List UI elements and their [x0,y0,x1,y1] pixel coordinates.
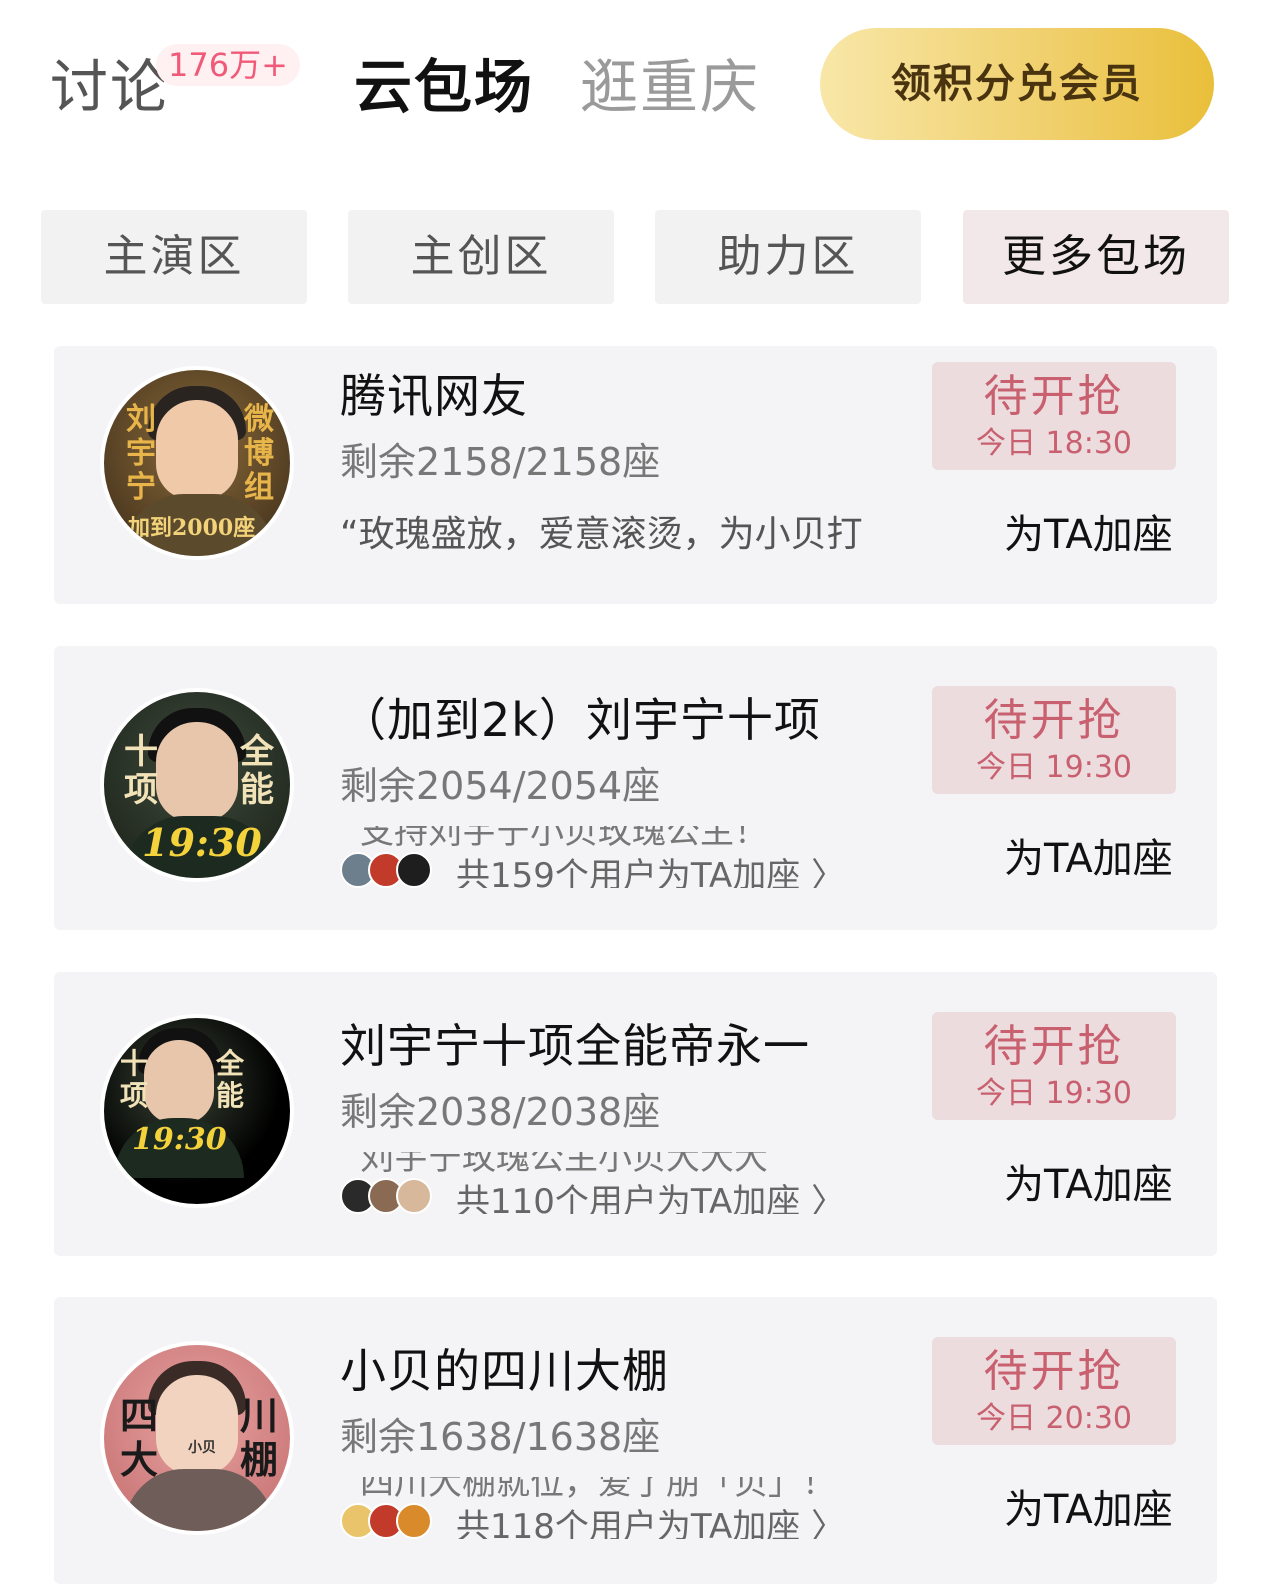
supporter-count: 共110个用户为TA加座 〉 [456,1182,846,1214]
add-seat-button[interactable]: 为TA加座 [1004,834,1173,884]
grab-ticket-button[interactable]: 待开抢 今日 19:30 [932,1012,1176,1120]
add-seat-button[interactable]: 为TA加座 [1004,1160,1173,1210]
room-avatar: 四 大 川 棚 小贝 [100,1341,294,1535]
grab-time: 今日 19:30 [976,750,1132,785]
room-avatar: 十 项 全 能 19:30 [100,688,294,882]
grab-ticket-button[interactable]: 待开抢 今日 19:30 [932,686,1176,794]
tab-cloud-screening[interactable]: 云包场 [354,52,534,122]
add-seat-button[interactable]: 为TA加座 [1004,510,1173,560]
grab-status: 待开抢 [983,371,1125,422]
grab-ticket-button[interactable]: 待开抢 今日 20:30 [932,1337,1176,1445]
grab-status: 待开抢 [983,695,1125,746]
grab-status: 待开抢 [983,1346,1125,1397]
tab-chongqing[interactable]: 逛重庆 [580,52,760,122]
supporters-ticker[interactable]: 四川大棚就位，爱了朋「贝」！ 共118个用户为TA加座 〉 [340,1477,900,1539]
room-title: 刘宇宁十项全能帝永一 [340,1019,810,1073]
screening-card[interactable]: 十 项 全 能 19:30 （加到2k）刘宇宁十项 剩余2054/2054座 支… [54,646,1217,930]
screening-card[interactable]: 十 项 全 能 19:30 刘宇宁十项全能帝永一 剩余2038/2038座 刘宇… [54,972,1217,1256]
subtab-support[interactable]: 助力区 [655,210,921,304]
top-nav: 讨论 176万+ 云包场 逛重庆 领积分兑会员 [0,0,1284,170]
room-title: 小贝的四川大棚 [340,1344,669,1398]
screening-card[interactable]: 四 大 川 棚 小贝 小贝的四川大棚 剩余1638/1638座 四川大棚就位，爱… [54,1297,1217,1584]
tab-discussion[interactable]: 讨论 [50,52,170,122]
room-title: 腾讯网友 [340,369,528,423]
seats-remaining: 剩余1638/1638座 [340,1415,661,1459]
grab-ticket-button[interactable]: 待开抢 今日 18:30 [932,362,1176,470]
subtab-creators[interactable]: 主创区 [348,210,614,304]
room-title: （加到2k）刘宇宁十项 [340,693,821,747]
discussion-count-badge: 176万+ [156,44,300,86]
supporters-ticker[interactable]: 支持刘宇宁小贝玫瑰公主！ 共159个用户为TA加座 〉 [340,826,900,888]
room-avatar: 刘 宇 宁 微 博 组 加到2000座 [100,366,294,560]
room-description: “玫瑰盛放，爱意滚烫，为小贝打 [340,514,863,555]
grab-time: 今日 20:30 [976,1401,1132,1436]
seats-remaining: 剩余2054/2054座 [340,764,661,808]
supporter-count: 共159个用户为TA加座 〉 [456,856,846,888]
seats-remaining: 剩余2038/2038座 [340,1090,661,1134]
subtab-lead-actors[interactable]: 主演区 [41,210,307,304]
room-avatar: 十 项 全 能 19:30 [100,1014,294,1208]
screening-card[interactable]: 刘 宇 宁 微 博 组 加到2000座 腾讯网友 剩余2158/2158座 “玫… [54,346,1217,604]
subtab-more-screenings[interactable]: 更多包场 [963,210,1229,304]
grab-status: 待开抢 [983,1021,1125,1072]
add-seat-button[interactable]: 为TA加座 [1004,1485,1173,1535]
supporter-count: 共118个用户为TA加座 〉 [456,1507,846,1539]
grab-time: 今日 18:30 [976,426,1132,461]
redeem-vip-button[interactable]: 领积分兑会员 [820,28,1214,140]
grab-time: 今日 19:30 [976,1076,1132,1111]
supporters-ticker[interactable]: 刘宇宁玫瑰公主小贝大大大 共110个用户为TA加座 〉 [340,1152,900,1214]
seats-remaining: 剩余2158/2158座 [340,440,661,484]
